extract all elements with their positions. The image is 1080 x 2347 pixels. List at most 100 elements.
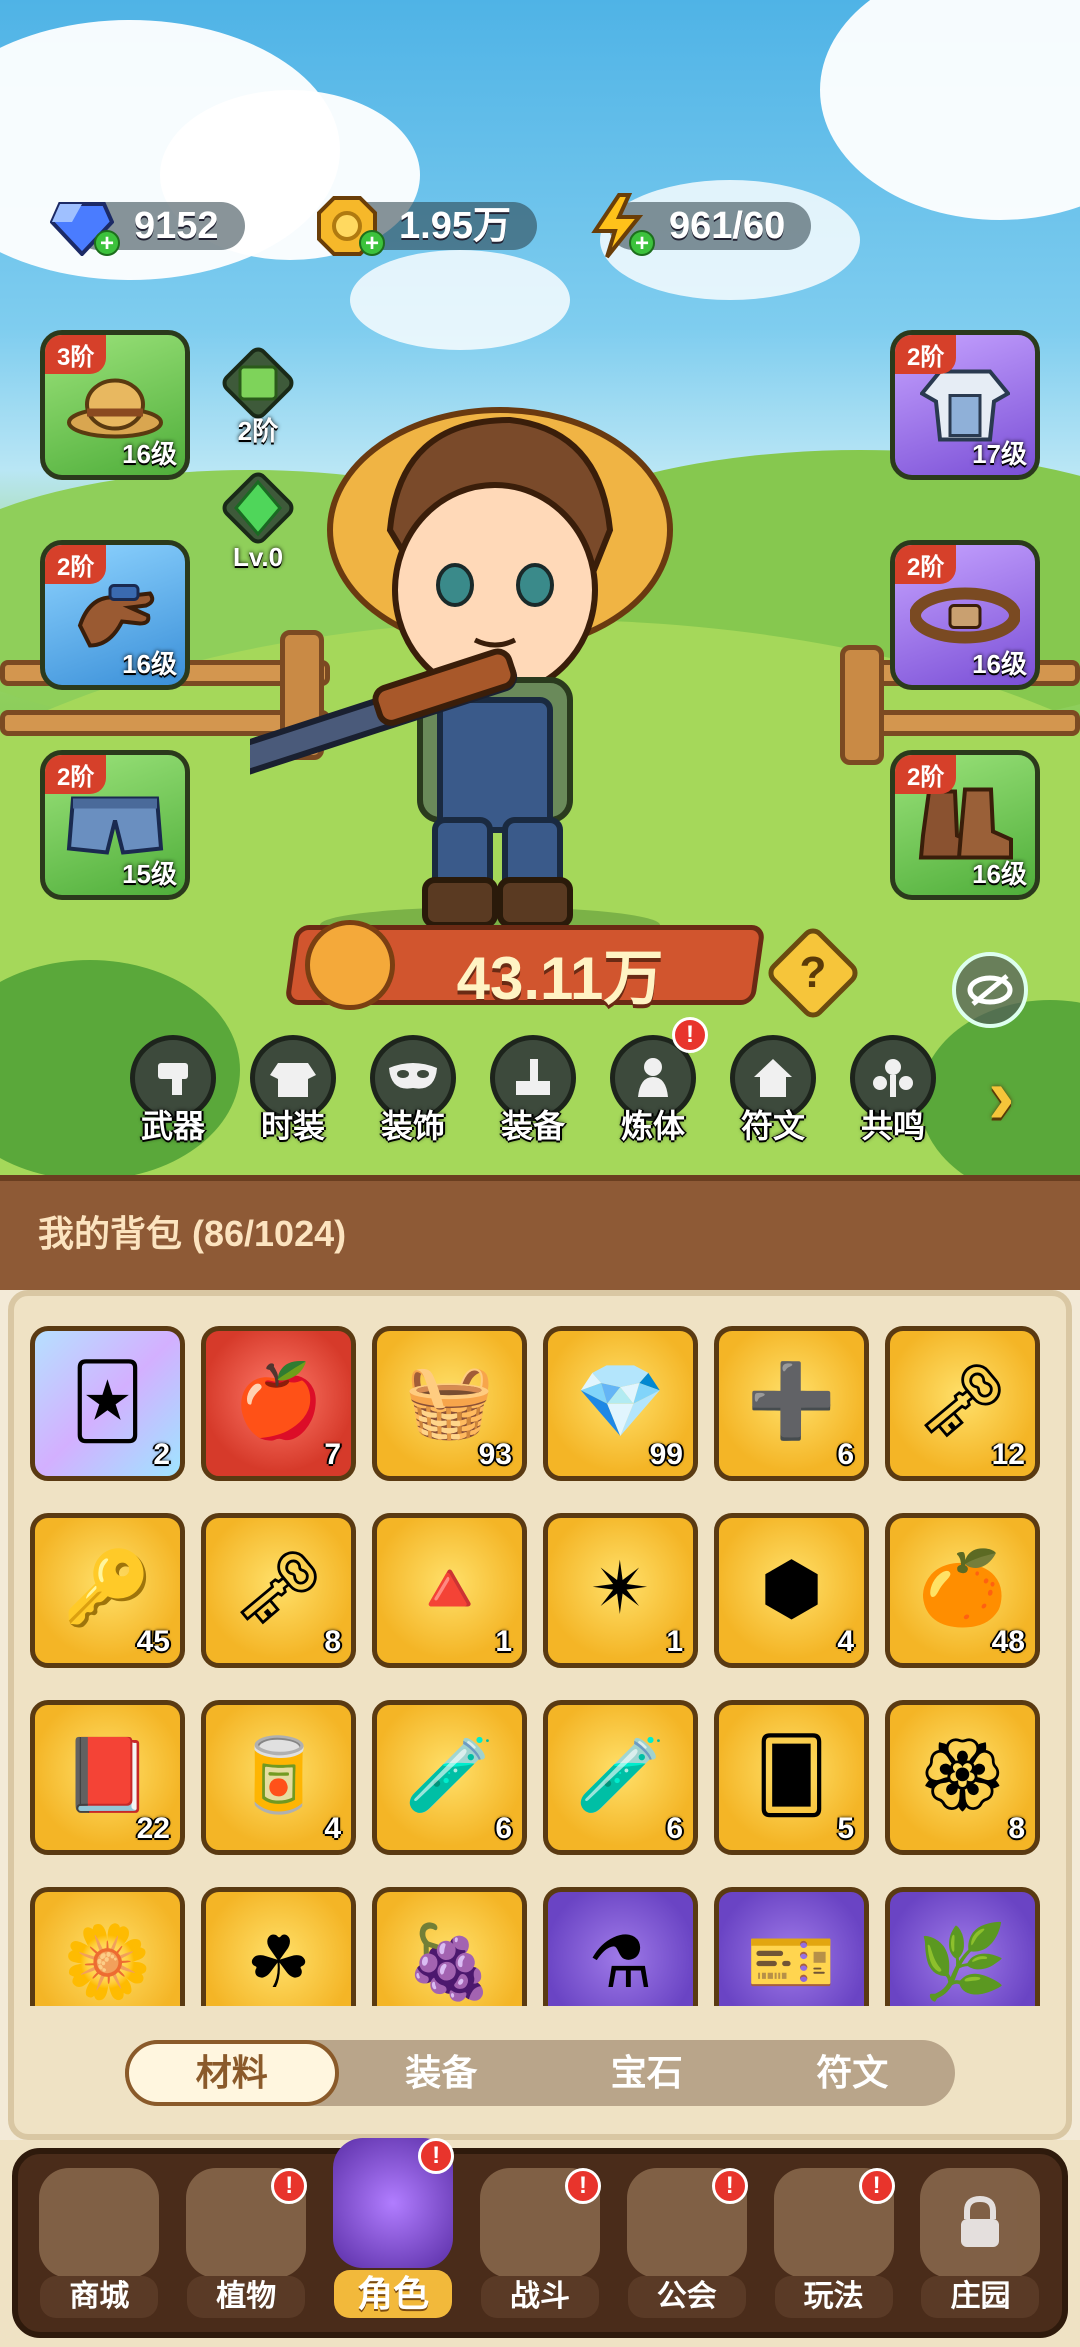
bag-title: 我的背包 (86/1024) — [38, 1213, 347, 1254]
tab-rune[interactable]: 符文 — [728, 1035, 818, 1145]
tab-decoration[interactable]: 装饰 — [368, 1035, 458, 1145]
bag-item[interactable]: 🂠 5 — [714, 1700, 869, 1855]
shop-icon — [39, 2168, 160, 2278]
bag-item[interactable]: ☘ — [201, 1887, 356, 2006]
bag-item[interactable]: 🔑 45 — [30, 1513, 185, 1668]
level-label: 16级 — [972, 649, 1027, 679]
nav-gameplay[interactable]: 玩法 ! — [765, 2168, 903, 2318]
purple-potion-icon: ⚗ — [588, 1922, 653, 2003]
tab-label: 共鸣 — [860, 1108, 925, 1144]
slot-shirt[interactable]: 2阶 17级 — [890, 330, 1040, 480]
slot-hat[interactable]: 3阶 16级 — [40, 330, 190, 480]
bag-item[interactable]: 🥫 4 — [201, 1700, 356, 1855]
fire-prism-icon: 🔺 — [404, 1548, 495, 1629]
bag-item[interactable]: 🍎 7 — [201, 1326, 356, 1481]
bag-item[interactable]: 🧪 6 — [543, 1700, 698, 1855]
bag-item[interactable]: ⚗ — [543, 1887, 698, 2006]
plus-icon: + — [629, 230, 655, 256]
level-label: 16级 — [122, 439, 177, 469]
alert-badge: ! — [672, 1017, 708, 1053]
nav-plant[interactable]: 植物 ! — [177, 2168, 315, 2318]
filter-equipment[interactable]: 装备 — [339, 2040, 545, 2106]
tab-resonance[interactable]: 共鸣 — [848, 1035, 938, 1145]
emerald-key-icon: 🗝 — [232, 1548, 325, 1629]
bag-item[interactable]: ✴ 1 — [543, 1513, 698, 1668]
diamond-counter[interactable]: + 9152 — [50, 195, 245, 257]
level-label: 16级 — [972, 859, 1027, 889]
tier-badge: 3阶 — [45, 335, 107, 374]
gold-key-icon: 🔑 — [62, 1548, 153, 1629]
next-arrow-icon[interactable]: › — [988, 1050, 1015, 1142]
tier-badge: 2阶 — [895, 545, 957, 584]
bag-item[interactable]: ➕ 6 — [714, 1326, 869, 1481]
filter-materials[interactable]: 材料 — [125, 2040, 339, 2106]
gold-counter[interactable]: + 1.95万 — [315, 195, 537, 257]
tab-costume[interactable]: 时装 — [248, 1035, 338, 1145]
eye-off-icon — [967, 974, 1013, 1006]
energy-counter[interactable]: + 961/60 — [585, 193, 812, 259]
item-count: 8 — [324, 1625, 341, 1658]
bag-item[interactable]: 🃏 2 — [30, 1326, 185, 1481]
filter-gems[interactable]: 宝石 — [544, 2040, 750, 2106]
level-label: 15级 — [122, 859, 177, 889]
tab-equipment[interactable]: 装备 — [488, 1035, 578, 1145]
bag-item[interactable]: 🧺 93 — [372, 1326, 527, 1481]
lightning-icon: + — [585, 193, 655, 259]
nav-guild[interactable]: 公会 ! — [618, 2168, 756, 2318]
bag-item[interactable]: 📕 22 — [30, 1700, 185, 1855]
filter-runes[interactable]: 符文 — [750, 2040, 956, 2106]
bag-filter-tabs: 材料 装备 宝石 符文 — [125, 2040, 955, 2106]
bag-item[interactable]: 🧪 6 — [372, 1700, 527, 1855]
slot-belt[interactable]: 2阶 16级 — [890, 540, 1040, 690]
bag-item[interactable]: 🗝 12 — [885, 1326, 1040, 1481]
bag-item[interactable]: 🔺 1 — [372, 1513, 527, 1668]
nav-label: 庄园 — [921, 2276, 1040, 2318]
fence-post — [840, 645, 884, 765]
hide-eye-button[interactable] — [952, 952, 1028, 1028]
item-count: 6 — [837, 1438, 854, 1471]
alert-badge: ! — [564, 2168, 601, 2204]
bag-item[interactable]: 🌿 — [885, 1887, 1040, 2006]
holo-card-icon: 🃏 — [70, 1361, 145, 1442]
item-count: 99 — [649, 1438, 683, 1471]
tab-body-refine[interactable]: 炼体 ! — [608, 1017, 708, 1145]
nav-manor[interactable]: 庄园 — [911, 2168, 1049, 2318]
tab-weapon[interactable]: 武器 — [128, 1035, 218, 1145]
alert-badge: ! — [418, 2138, 455, 2174]
plus-icon: + — [359, 230, 385, 256]
bag-item[interactable]: ⬢ 4 — [714, 1513, 869, 1668]
item-count: 8 — [1008, 1812, 1025, 1845]
tab-label: 炼体 — [620, 1108, 685, 1144]
alert-badge: ! — [711, 2168, 748, 2204]
plus-icon: + — [94, 230, 120, 256]
nav-battle[interactable]: 战斗 ! — [471, 2168, 609, 2318]
tier-badge: 2阶 — [45, 755, 107, 794]
bag-item[interactable]: 🍊 48 — [885, 1513, 1040, 1668]
cloud — [820, 0, 1080, 220]
teal-flask-icon: 🧪 — [404, 1735, 495, 1816]
fence — [860, 710, 1080, 736]
crystal-icon: 💎 — [575, 1361, 666, 1442]
bag-item[interactable]: 💎 99 — [543, 1326, 698, 1481]
nav-label: 商城 — [40, 2276, 159, 2318]
bread-basket-icon: 🧺 — [404, 1361, 495, 1442]
slot-pants[interactable]: 2阶 15级 — [40, 750, 190, 900]
bag-item[interactable]: 🎫 — [714, 1887, 869, 2006]
bag-item[interactable]: 🗝 8 — [201, 1513, 356, 1668]
farmer-character[interactable] — [185, 380, 770, 943]
spell-book-icon: 📕 — [62, 1735, 153, 1816]
item-count: 1 — [495, 1625, 512, 1658]
nav-label: 植物 — [187, 2276, 306, 2318]
bag-item[interactable]: 🏵 8 — [885, 1700, 1040, 1855]
tab-label: 武器 — [140, 1108, 205, 1144]
slot-gloves[interactable]: 2阶 16级 — [40, 540, 190, 690]
bag-item[interactable]: 🌼 — [30, 1887, 185, 2006]
bag-item[interactable]: 🍇 — [372, 1887, 527, 2006]
ruby-key-icon: 🗝 — [916, 1361, 1009, 1442]
nav-shop[interactable]: 商城 — [30, 2168, 168, 2318]
lock-icon — [961, 2195, 1000, 2247]
nav-character[interactable]: 角色 ! — [324, 2138, 462, 2318]
item-count: 6 — [495, 1812, 512, 1845]
slot-boots[interactable]: 2阶 16级 — [890, 750, 1040, 900]
level-label: 17级 — [972, 439, 1027, 469]
